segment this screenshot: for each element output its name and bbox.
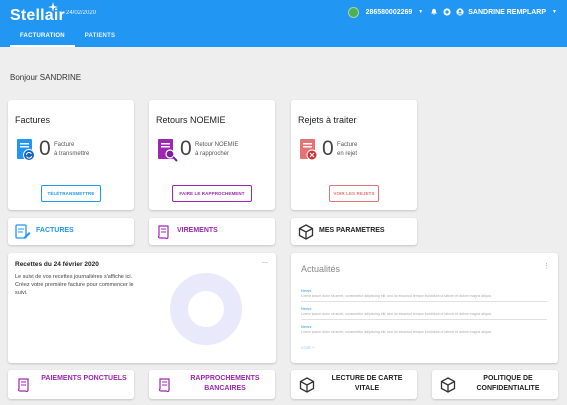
document-search-icon (158, 139, 178, 162)
label-line-1: Facture (337, 142, 358, 148)
factures-label: Facture à transmettre (54, 141, 134, 159)
virements-shortcut[interactable]: VIREMENTS (149, 218, 275, 245)
bell-icon[interactable] (429, 8, 438, 17)
factures-card: Factures 0 Facture à transmettre TÉLÉTRA… (8, 100, 134, 210)
divider (301, 319, 547, 320)
invoice-edit-icon (15, 224, 31, 239)
current-date: 24/02/2020 (66, 10, 97, 16)
factures-shortcut-label: FACTURES (36, 227, 74, 234)
invoice-sync-icon (17, 139, 35, 161)
news-item[interactable]: News Lorem ipsum dolor sit amet, consect… (301, 306, 547, 320)
lecture-label: LECTURE DE CARTE VITALE (331, 375, 403, 392)
voir-rejets-button[interactable]: VOIR LES REJETS (329, 185, 379, 202)
label-line-2: à transmettre (54, 151, 90, 157)
chevron-down-icon[interactable]: ▼ (418, 9, 423, 15)
label-line-1: Facture (54, 142, 75, 148)
news-item[interactable]: News Lorem ipsum dolor sit amet, consect… (301, 324, 541, 334)
politique-confidentialite-shortcut[interactable]: POLITIQUE DE CONFIDENTIALITE (432, 370, 558, 399)
help-icon[interactable] (442, 8, 451, 17)
rapprochements-label: RAPPROCHEMENTS BANCAIRES (190, 375, 260, 392)
divider (301, 301, 547, 302)
header-right: 286580002269 ▼ SANDRINE REMPLARP ▼ (347, 5, 559, 19)
greeting: Bonjour SANDRINE (10, 73, 82, 82)
rejets-count: 0 (322, 137, 334, 160)
factures-count: 0 (39, 137, 51, 160)
tab-facturation[interactable]: FACTURATION (10, 33, 75, 47)
account-icon[interactable] (455, 8, 464, 17)
factures-shortcut[interactable]: FACTURES (8, 218, 134, 245)
main-tabs: FACTURATION PATIENTS (10, 33, 125, 47)
label-line-1: Retour NOEMIE (195, 142, 239, 148)
rejets-label: Facture en rejet (337, 141, 417, 159)
scroll-icon (17, 378, 29, 393)
more-menu-icon[interactable]: ... (262, 258, 268, 265)
recettes-donut-chart (170, 273, 242, 345)
scroll-icon (158, 378, 170, 393)
user-name[interactable]: SANDRINE REMPLARP (468, 9, 546, 16)
virements-shortcut-label: VIREMENTS (177, 227, 218, 234)
news-text: Lorem ipsum dolor sit amet, consectetur … (301, 330, 492, 334)
recettes-title: Recettes du 24 février 2020 (15, 261, 99, 268)
scroll-icon (157, 225, 169, 240)
tab-patients[interactable]: PATIENTS (75, 33, 125, 47)
rejets-card: Rejets à traiter 0 Facture en rejet VOIR… (291, 100, 417, 210)
actualites-title: Actualités (301, 264, 341, 274)
recettes-card: Recettes du 24 février 2020 ... Le suivi… (8, 253, 276, 363)
recettes-empty-text: Le suivi de vos recettes journalières s'… (15, 274, 134, 296)
parametres-shortcut-label: MES PARAMETRES (319, 227, 385, 234)
card-title: Rejets à traiter (298, 115, 357, 125)
lecture-carte-vitale-shortcut[interactable]: LECTURE DE CARTE VITALE (291, 370, 417, 399)
news-title: News (301, 324, 312, 329)
teletransmettre-button[interactable]: TÉLÉTRANSMETTRE (41, 185, 101, 202)
paiements-ponctuels-shortcut[interactable]: PAIEMENTS PONCTUELS (8, 370, 134, 399)
news-title: News (301, 306, 312, 311)
chevron-down-icon[interactable]: ▼ (552, 9, 557, 15)
politique-label: POLITIQUE DE CONFIDENTIALITE (476, 375, 540, 392)
document-reject-icon (300, 139, 318, 161)
cube-icon (299, 377, 315, 393)
card-title: Factures (15, 115, 51, 125)
retours-label: Retour NOEMIE à rapprocher (195, 141, 275, 159)
news-text: Lorem ipsum dolor sit amet, consectetur … (301, 294, 492, 298)
voir-plus-link[interactable]: VOIR + (301, 345, 314, 350)
retours-noemie-card: Retours NOEMIE 0 Retour NOEMIE à rapproc… (149, 100, 275, 210)
cube-icon (440, 377, 456, 393)
news-item[interactable]: News Lorem ipsum dolor sit amet, consect… (301, 288, 547, 302)
top-app-bar: Stellair 24/02/2020 FACTURATION PATIENTS… (0, 0, 567, 47)
label-line-2: en rejet (337, 151, 358, 157)
news-text: Lorem ipsum dolor sit amet, consectetur … (301, 312, 492, 316)
cube-icon (298, 224, 314, 240)
paiements-label: PAIEMENTS PONCTUELS (41, 375, 127, 382)
status-indicator (347, 6, 359, 18)
actualites-card: Actualités ⋮ News Lorem ipsum dolor sit … (291, 253, 558, 363)
parametres-shortcut[interactable]: MES PARAMETRES (291, 218, 417, 245)
news-title: News (301, 288, 312, 293)
sparkle-icon (48, 2, 58, 12)
retours-count: 0 (180, 137, 192, 160)
rapprochements-bancaires-shortcut[interactable]: RAPPROCHEMENTS BANCAIRES (149, 370, 275, 399)
phone-number[interactable]: 286580002269 (366, 9, 413, 16)
more-vert-icon[interactable]: ⋮ (543, 262, 550, 270)
label-line-2: à rapprocher (195, 151, 230, 157)
card-title: Retours NOEMIE (156, 115, 226, 125)
faire-rapprochement-button[interactable]: FAIRE LE RAPPROCHEMENT (172, 185, 252, 202)
